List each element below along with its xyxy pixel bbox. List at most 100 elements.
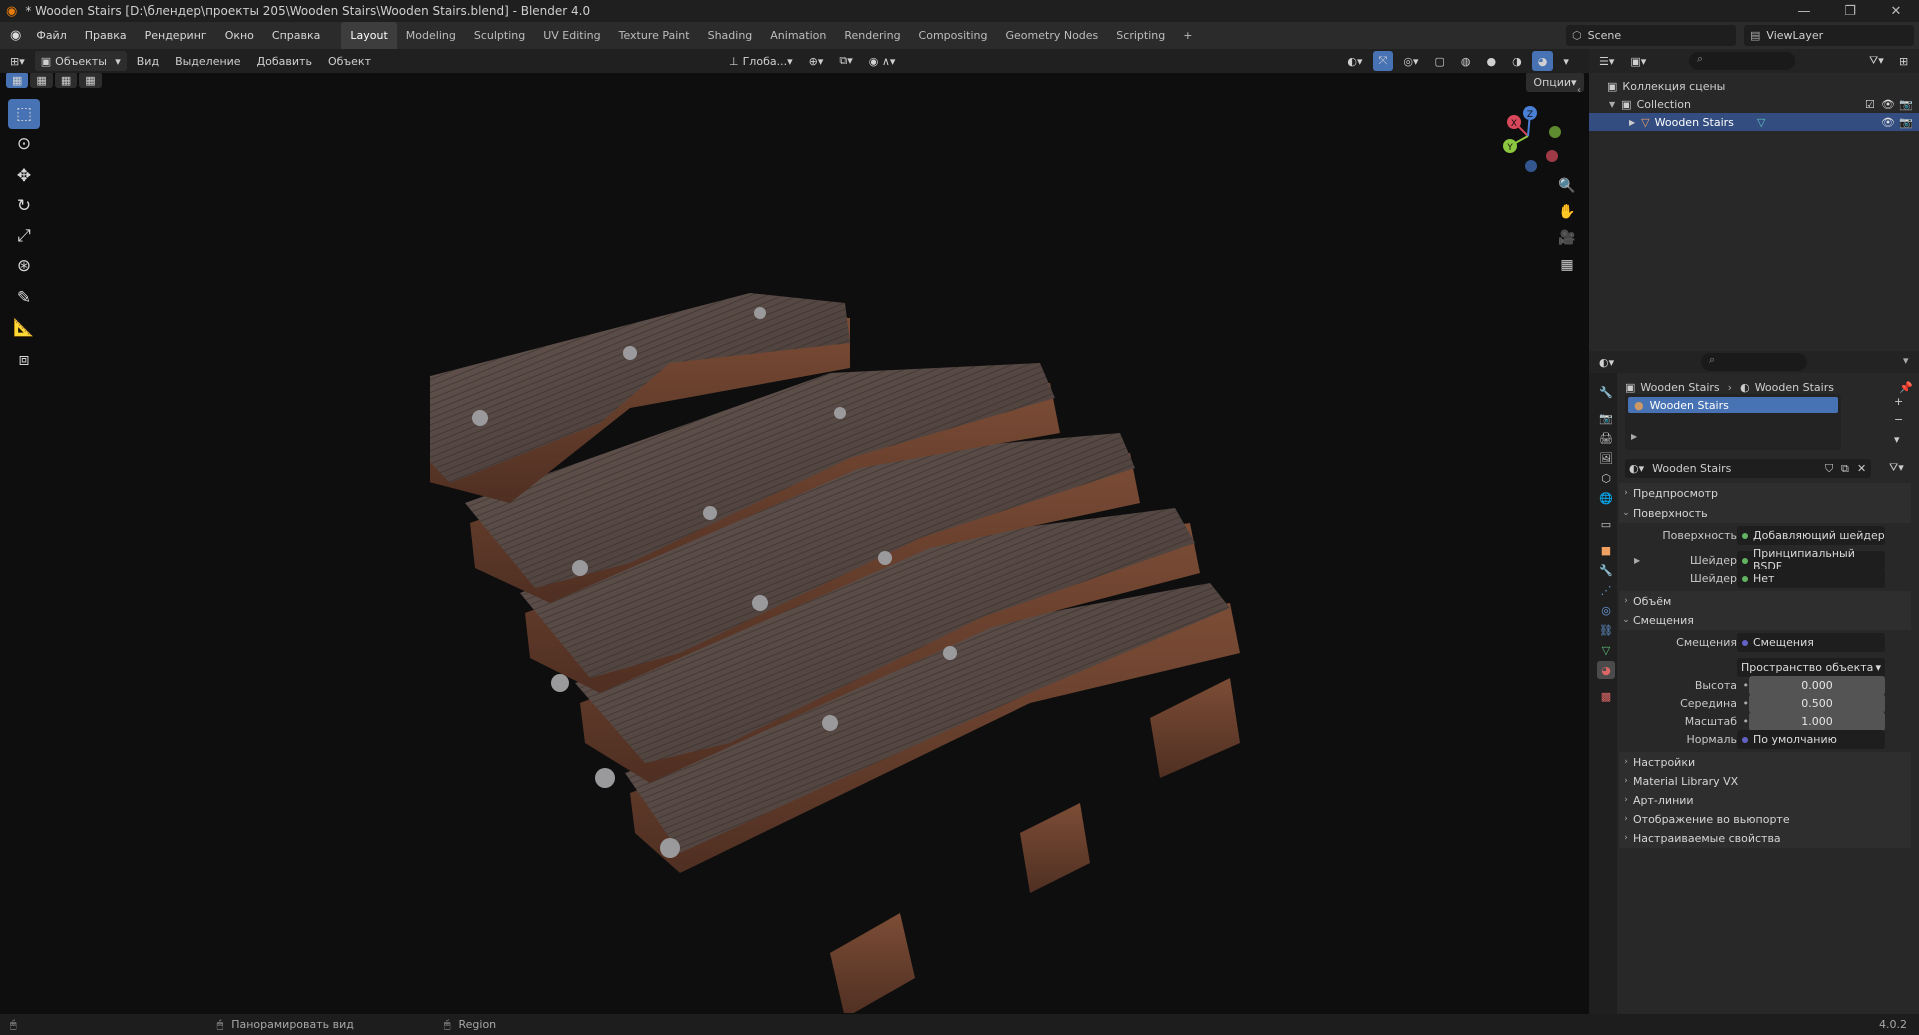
physics-tab-icon[interactable]: ◎ — [1597, 601, 1615, 619]
proportional-edit-icon[interactable]: ◉ ∧▾ — [863, 51, 902, 71]
section-surface[interactable]: ⌄ Поверхность — [1619, 503, 1911, 523]
scene-selector[interactable]: ⬡ Scene — [1566, 25, 1736, 46]
material-browse-icon[interactable]: ◐▾ — [1629, 462, 1644, 475]
overlay-icon[interactable]: ◎▾ — [1397, 51, 1424, 71]
display-mode-icon[interactable]: ▣▾ — [1624, 51, 1652, 71]
wireframe-shading-icon[interactable]: ◍ — [1455, 51, 1477, 71]
snap-icon[interactable]: ⧉▾ — [833, 51, 858, 71]
tab-uv-editing[interactable]: UV Editing — [534, 22, 609, 49]
tab-modeling[interactable]: Modeling — [397, 22, 465, 49]
pivot-icon[interactable]: ⊕▾ — [803, 51, 830, 71]
tab-animation[interactable]: Animation — [761, 22, 835, 49]
chevron-down-icon[interactable]: ▾ — [1903, 354, 1909, 367]
fake-user-icon[interactable]: ⛉ — [1825, 462, 1833, 476]
expand-icon[interactable]: ▶ — [1631, 432, 1637, 441]
mode-dropdown[interactable]: ▣ Объекты ▾ — [34, 51, 127, 71]
displacement-field[interactable]: Смещения — [1737, 632, 1885, 652]
tab-rendering[interactable]: Rendering — [835, 22, 909, 49]
camera-icon[interactable]: 📷 — [1899, 116, 1913, 129]
navigation-gizmo[interactable]: X Y Z — [1492, 100, 1564, 172]
slot-menu-icon[interactable]: ▾ — [1894, 433, 1900, 446]
tab-compositing[interactable]: Compositing — [910, 22, 997, 49]
blender-menu-icon[interactable]: ◉ — [10, 28, 21, 43]
gizmo-neg-y[interactable] — [1549, 126, 1561, 138]
close-icon[interactable]: ✕ — [1873, 0, 1919, 22]
normal-field[interactable]: По умолчанию — [1737, 729, 1885, 749]
material-shading-icon[interactable]: ◑ — [1506, 51, 1528, 71]
add-slot-icon[interactable]: + — [1894, 395, 1903, 408]
minimize-icon[interactable]: — — [1781, 0, 1827, 22]
3d-viewport[interactable]: ▦ ▦ ▦ ▦ Опции ▾ ⬚ ⊙ ✥ ↻ ⤢ ⊛ ✎ 📐 ⧈ X Y Z ‹… — [0, 73, 1589, 1014]
pin-icon[interactable]: 📌 — [1899, 381, 1913, 394]
menu-window[interactable]: Окно — [216, 22, 263, 49]
material-tab-icon[interactable]: ◕ — [1597, 661, 1615, 679]
menu-render[interactable]: Рендеринг — [136, 22, 216, 49]
menu-view[interactable]: Вид — [131, 51, 165, 71]
texture-tab-icon[interactable]: ▩ — [1597, 687, 1615, 705]
world-tab-icon[interactable]: 🌐 — [1597, 489, 1615, 507]
transform-orientation-dropdown[interactable]: ⊥ Глоба... ▾ — [723, 51, 799, 71]
section-preview[interactable]: › Предпросмотр — [1619, 483, 1911, 503]
new-collection-icon[interactable]: ⊞ — [1893, 51, 1914, 71]
surface-shader-field[interactable]: Добавляющий шейдер — [1737, 525, 1885, 545]
menu-add[interactable]: Добавить — [251, 51, 318, 71]
tool-tab-icon[interactable]: 🔧 — [1597, 383, 1615, 401]
select-extend-icon[interactable]: ▦ — [30, 73, 53, 88]
maximize-icon[interactable]: ❐ — [1827, 0, 1873, 22]
outliner-search-input[interactable]: ⌕ — [1689, 52, 1795, 70]
menu-edit[interactable]: Правка — [76, 22, 136, 49]
add-workspace-icon[interactable]: + — [1174, 22, 1201, 49]
menu-file[interactable]: Файл — [27, 22, 75, 49]
section-volume[interactable]: › Объём — [1619, 591, 1911, 611]
modifiers-tab-icon[interactable]: 🔧 — [1597, 561, 1615, 579]
section-displacement[interactable]: ⌄ Смещения — [1619, 610, 1911, 630]
ortho-grid-icon[interactable]: ▦ — [1555, 253, 1579, 277]
mesh-data-icon[interactable]: ▽ — [1757, 116, 1765, 129]
section-material-library-vx[interactable]: › Material Library VX — [1619, 771, 1911, 791]
duplicate-icon[interactable]: ⧉ — [1841, 462, 1849, 476]
cursor-tool-icon[interactable]: ⊙ — [8, 129, 40, 159]
material-slot-row[interactable]: ● Wooden Stairs — [1628, 397, 1838, 413]
options-dropdown[interactable]: Опции ▾ — [1526, 73, 1584, 92]
editor-type-icon[interactable]: ⊞▾ — [4, 51, 31, 71]
add-cube-tool-icon[interactable]: ⧈ — [8, 345, 40, 375]
scale-tool-icon[interactable]: ⤢ — [8, 221, 40, 251]
shading-dropdown-icon[interactable]: ▾ — [1557, 51, 1575, 71]
tab-texture-paint[interactable]: Texture Paint — [610, 22, 699, 49]
tab-geometry-nodes[interactable]: Geometry Nodes — [997, 22, 1108, 49]
tab-layout[interactable]: Layout — [341, 22, 397, 49]
section-settings[interactable]: › Настройки — [1619, 752, 1911, 772]
sidebar-toggle-icon[interactable]: ‹ — [1577, 85, 1581, 96]
viewlayer-selector[interactable]: ▤ ViewLayer — [1744, 25, 1914, 46]
section-line-art[interactable]: › Арт-линии — [1619, 790, 1911, 810]
tab-scripting[interactable]: Scripting — [1107, 22, 1174, 49]
measure-tool-icon[interactable]: 📐 — [8, 313, 40, 343]
view-layer-tab-icon[interactable]: 🖼 — [1597, 449, 1615, 467]
camera-view-icon[interactable]: 🎥 — [1555, 226, 1579, 250]
particles-tab-icon[interactable]: ⋰ — [1597, 581, 1615, 599]
outliner-editor-type-icon[interactable]: ☰▾ — [1593, 51, 1620, 71]
select-subtract-icon[interactable]: ▦ — [54, 73, 78, 88]
eye-icon[interactable]: 👁 — [1881, 116, 1895, 129]
select-box-tool-icon[interactable]: ⬚ — [8, 99, 40, 129]
menu-help[interactable]: Справка — [263, 22, 329, 49]
menu-object[interactable]: Объект — [322, 51, 377, 71]
expand-icon[interactable]: ▶ — [1634, 556, 1640, 565]
node-tree-icon[interactable]: ⛛▾ — [1889, 461, 1904, 475]
tab-shading[interactable]: Shading — [699, 22, 762, 49]
unlink-icon[interactable]: ✕ — [1857, 462, 1866, 475]
outliner-row-scene-collection[interactable]: ▣ Коллекция сцены — [1589, 77, 1919, 95]
shader2-field[interactable]: Нет — [1737, 568, 1885, 588]
rotate-tool-icon[interactable]: ↻ — [8, 191, 40, 221]
material-selector[interactable]: ◐▾ Wooden Stairs ⛉ ⧉ ✕ — [1625, 459, 1871, 478]
data-tab-icon[interactable]: ▽ — [1597, 641, 1615, 659]
eye-icon[interactable]: 👁 — [1881, 98, 1895, 111]
filter-icon[interactable]: ⛛▾ — [1863, 51, 1890, 71]
move-tool-icon[interactable]: ✥ — [8, 161, 40, 191]
output-tab-icon[interactable]: 🖨 — [1597, 429, 1615, 447]
select-invert-icon[interactable]: ▦ — [79, 73, 102, 88]
outliner-row-collection[interactable]: ▼ ▣ Collection ☑ 👁 📷 — [1589, 95, 1919, 113]
render-tab-icon[interactable]: 📷 — [1597, 409, 1615, 427]
zoom-icon[interactable]: 🔍 — [1555, 174, 1579, 198]
expand-icon[interactable]: ▼ — [1609, 100, 1615, 109]
